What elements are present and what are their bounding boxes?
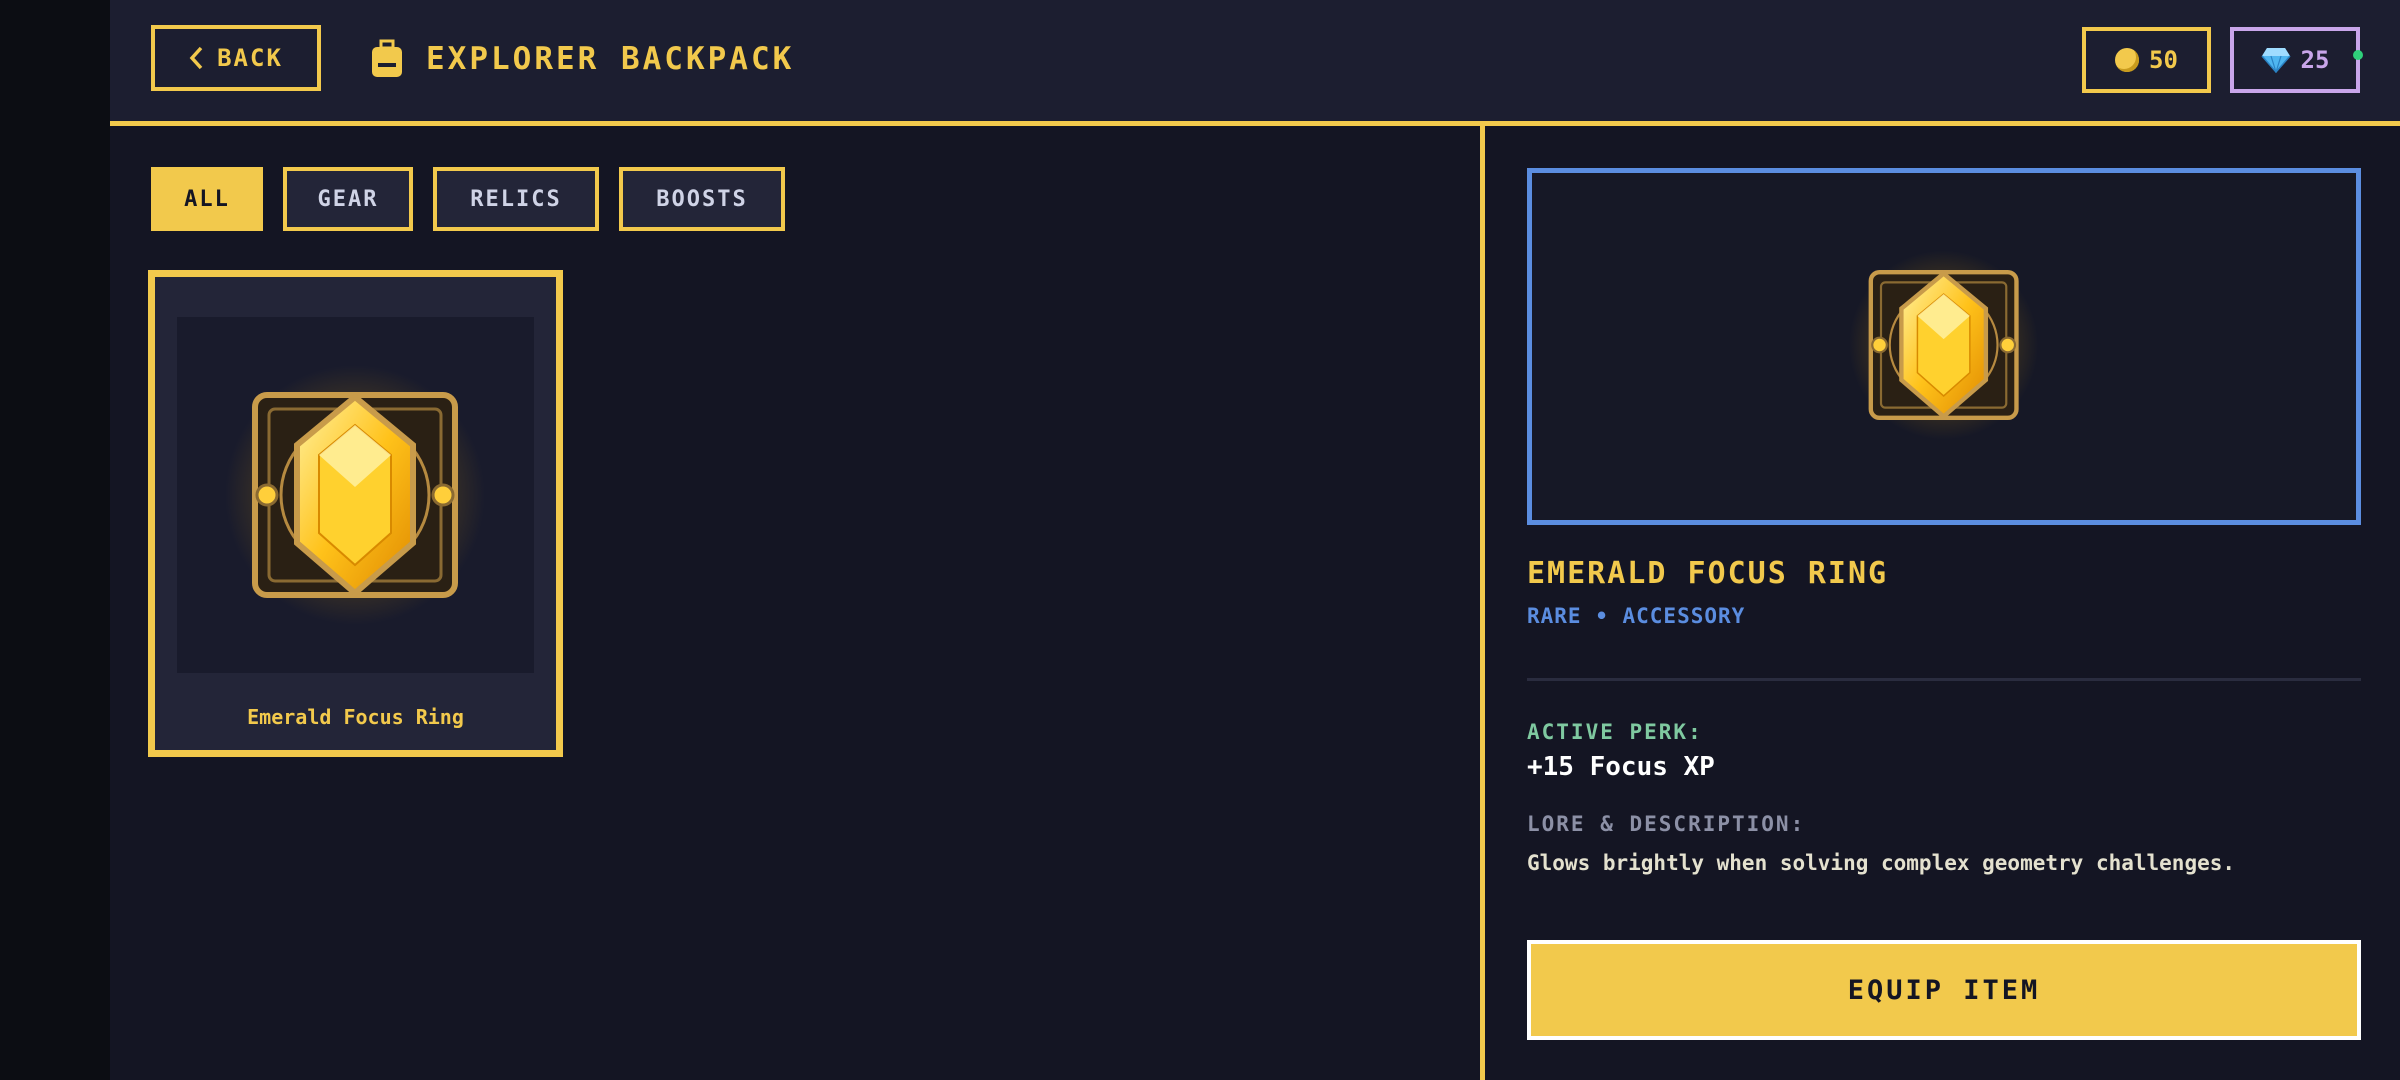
top-bar: BACK EXPLORER BACKPACK 50 25 [110,0,2400,126]
gem-balance[interactable]: 25 [2230,27,2363,93]
tab-boosts[interactable]: BOOSTS [619,167,785,231]
item-preview [1527,168,2361,525]
lore-label: LORE & DESCRIPTION: [1527,812,1806,836]
equip-button[interactable]: EQUIP ITEM [1527,940,2361,1040]
diamond-icon [2260,48,2291,73]
panel-divider [1480,126,1485,1080]
title-group: EXPLORER BACKPACK [370,30,794,88]
item-name-label: Emerald Focus Ring [247,705,464,729]
perk-value: +15 Focus XP [1527,752,1715,782]
perk-label: ACTIVE PERK: [1527,720,1703,744]
preview-art [1814,215,2074,479]
rarity-type: RARE • ACCESSORY [1527,604,1746,628]
tab-all[interactable]: ALL [151,167,263,231]
coin-count: 50 [2149,46,2178,74]
inventory-item-card[interactable]: Emerald Focus Ring [148,270,563,757]
coin-icon [2115,48,2140,72]
category-tabs: ALL GEAR RELICS BOOSTS [151,167,785,231]
left-rail [0,0,110,1080]
back-button[interactable]: BACK [151,25,321,91]
gem-count: 25 [2300,46,2330,74]
tab-gear[interactable]: GEAR [283,167,413,231]
notification-dot [2353,50,2363,60]
coin-balance[interactable]: 50 [2082,27,2211,93]
back-label: BACK [217,44,283,72]
detail-separator [1527,678,2361,681]
lore-text: Glows brightly when solving complex geom… [1527,851,2236,875]
backpack-icon [372,39,402,77]
backpack-screen: BACK EXPLORER BACKPACK 50 25 ALL GEAR RE… [110,0,2400,1080]
item-thumbnail [177,317,534,673]
page-title: EXPLORER BACKPACK [426,41,795,77]
golden-gem-rune-icon [225,365,485,625]
tab-relics[interactable]: RELICS [433,167,599,231]
chevron-left-icon [189,46,203,70]
detail-item-name: EMERALD FOCUS RING [1527,556,1889,591]
golden-gem-rune-icon [1848,249,2039,440]
